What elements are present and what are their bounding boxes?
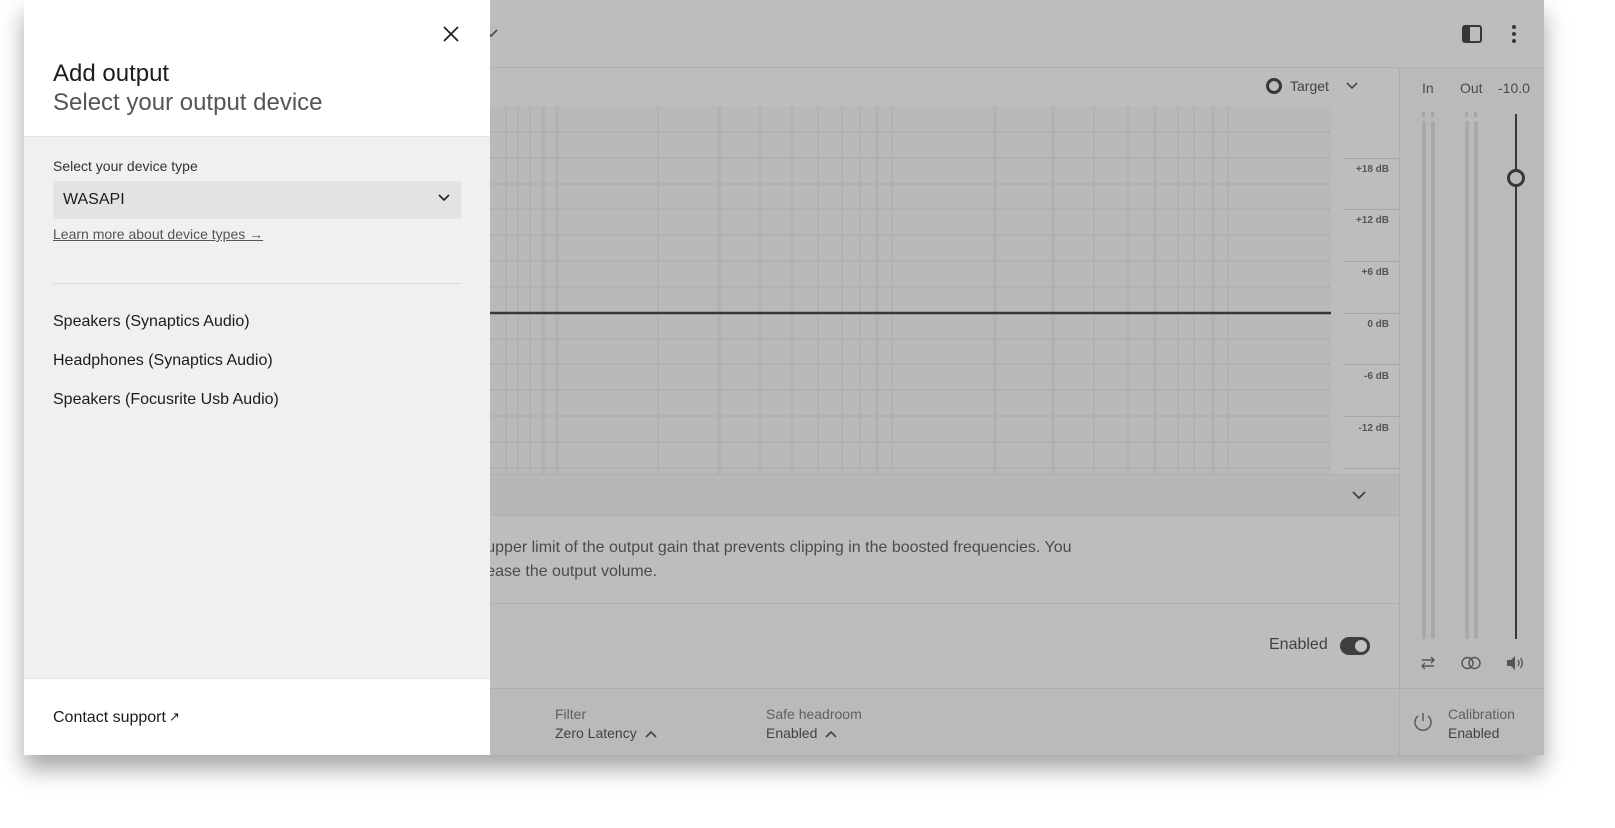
contact-support-label: Contact support bbox=[53, 709, 166, 726]
chevron-down-icon bbox=[438, 194, 450, 202]
learn-more-link[interactable]: Learn more about device types → bbox=[53, 226, 263, 242]
close-button[interactable] bbox=[439, 22, 463, 46]
contact-support-link[interactable]: Contact support ↗ bbox=[53, 709, 180, 727]
add-output-dialog: Add output Select your output device Sel… bbox=[24, 0, 490, 755]
device-headphones-synaptics[interactable]: Headphones (Synaptics Audio) bbox=[53, 352, 273, 370]
dialog-title: Add output bbox=[53, 60, 170, 87]
device-type-value: WASAPI bbox=[63, 191, 125, 208]
device-speakers-focusrite[interactable]: Speakers (Focusrite Usb Audio) bbox=[53, 391, 279, 409]
close-icon bbox=[443, 26, 459, 42]
app-window: rst rves Target bbox=[24, 0, 1544, 755]
dialog-footer: Contact support ↗ bbox=[24, 678, 490, 755]
device-type-select[interactable]: WASAPI bbox=[53, 181, 461, 219]
external-link-icon: ↗ bbox=[168, 709, 180, 724]
device-speakers-synaptics[interactable]: Speakers (Synaptics Audio) bbox=[53, 313, 250, 331]
device-type-label: Select your device type bbox=[53, 158, 198, 174]
dialog-subtitle: Select your output device bbox=[53, 89, 323, 116]
dialog-header: Add output Select your output device bbox=[24, 0, 490, 137]
divider bbox=[53, 283, 461, 284]
